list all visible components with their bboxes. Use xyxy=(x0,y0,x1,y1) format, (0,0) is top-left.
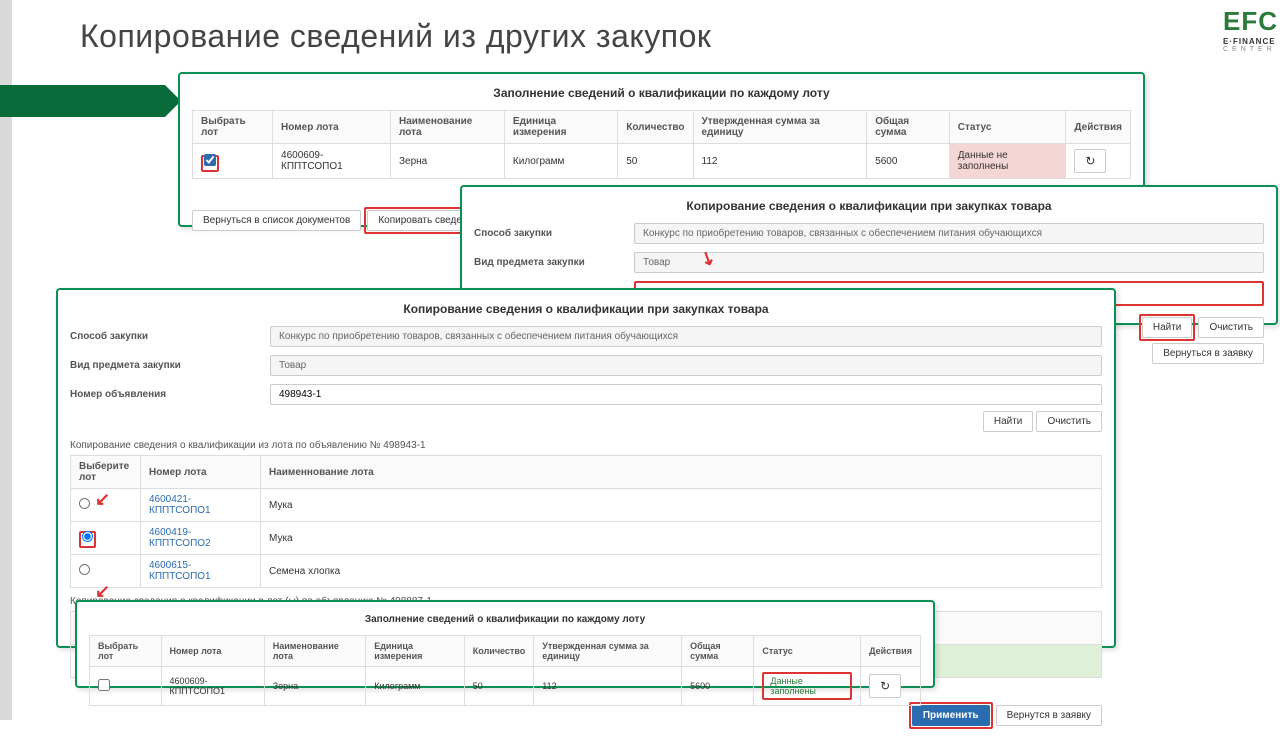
logo-main: EFC xyxy=(1223,6,1278,37)
label-method: Способ закупки xyxy=(70,331,270,342)
th: Выбрать лот xyxy=(90,636,162,667)
cell-price: 112 xyxy=(693,144,867,179)
th: Наименование лота xyxy=(391,111,505,144)
lot-link[interactable]: 4600615-КППТСОПО1 xyxy=(141,555,261,588)
table-result: Выбрать лот Номер лота Наименование лота… xyxy=(89,635,921,706)
cell: 4600609-КППТСОПО1 xyxy=(161,667,264,706)
cell: Килограмм xyxy=(366,667,465,706)
th: Действия xyxy=(1066,111,1131,144)
label-method: Способ закупки xyxy=(474,228,634,239)
panel2-title: Копирование сведения о квалификации при … xyxy=(474,199,1264,213)
input-subject: Товар xyxy=(270,355,1102,376)
th: Действия xyxy=(861,636,921,667)
panel-result: Заполнение сведений о квалификации по ка… xyxy=(75,600,935,688)
logo: EFC E·FINANCE CENTER xyxy=(1223,6,1278,53)
slide-title: Копирование сведений из других закупок xyxy=(80,18,711,55)
panel3-title: Копирование сведения о квалификации при … xyxy=(70,302,1102,316)
cell: Мука xyxy=(261,522,1102,555)
lot-link[interactable]: 4600419-КППТСОПО2 xyxy=(141,522,261,555)
cell-status: Данные не заполнены xyxy=(949,144,1066,179)
th: Номер лота xyxy=(141,456,261,489)
status-highlight: Данные заполнены xyxy=(762,672,852,700)
th: Номер лота xyxy=(161,636,264,667)
table-source-lots: Выберите лот Номер лота Наименнование ло… xyxy=(70,455,1102,588)
lot-radio[interactable] xyxy=(79,564,90,575)
cell: 50 xyxy=(464,667,533,706)
th: Номер лота xyxy=(273,111,391,144)
find-highlight: Найти xyxy=(1139,314,1196,341)
th: Общая сумма xyxy=(682,636,754,667)
th: Выберите лот xyxy=(71,456,141,489)
input-method: Конкурс по приобретению товаров, связанн… xyxy=(270,326,1102,347)
back-button[interactable]: Вернуться в список документов xyxy=(192,210,361,231)
cell: Семена хлопка xyxy=(261,555,1102,588)
panel4-title: Заполнение сведений о квалификации по ка… xyxy=(89,614,921,625)
input-subject: Товар xyxy=(634,252,1264,273)
th: Количество xyxy=(618,111,693,144)
th: Утвержденная сумма за единицу xyxy=(693,111,867,144)
th: Наименнование лота xyxy=(261,456,1102,489)
table-row: 4600421-КППТСОПО1Мука xyxy=(71,489,1102,522)
find-button[interactable]: Найти xyxy=(983,411,1034,432)
logo-sub: E·FINANCE xyxy=(1223,37,1278,46)
clear-button[interactable]: Очистить xyxy=(1036,411,1102,432)
refresh-icon[interactable]: ↻ xyxy=(869,674,901,698)
refresh-icon[interactable]: ↻ xyxy=(1074,149,1106,173)
find-button[interactable]: Найти xyxy=(1142,317,1193,338)
caption-source: Копирование сведения о квалификации из л… xyxy=(70,440,1102,451)
th: Наименование лота xyxy=(264,636,365,667)
cell-name: Зерна xyxy=(391,144,505,179)
cell-num: 4600609-КППТСОПО1 xyxy=(273,144,391,179)
return-button[interactable]: Вернутся в заявку xyxy=(996,705,1102,726)
panel1-title: Заполнение сведений о квалификации по ка… xyxy=(192,86,1131,100)
select-lot-checkbox[interactable] xyxy=(204,154,216,166)
clear-button[interactable]: Очистить xyxy=(1198,317,1264,338)
th: Статус xyxy=(949,111,1066,144)
lot-link[interactable]: 4600421-КППТСОПО1 xyxy=(141,489,261,522)
th: Единица измерения xyxy=(504,111,617,144)
cell: Мука xyxy=(261,489,1102,522)
input-method: Конкурс по приобретению товаров, связанн… xyxy=(634,223,1264,244)
return-button[interactable]: Вернуться в заявку xyxy=(1152,343,1264,364)
checkbox-highlight xyxy=(201,155,219,172)
label-subject: Вид предмета закупки xyxy=(474,257,634,268)
cell-qty: 50 xyxy=(618,144,693,179)
announce-input[interactable] xyxy=(270,384,1102,405)
table-row: 4600615-КППТСОПО1Семена хлопка xyxy=(71,555,1102,588)
table-row: 4600609-КППТСОПО1 Зерна Килограмм 50 112… xyxy=(193,144,1131,179)
label-subject: Вид предмета закупки xyxy=(70,360,270,371)
cell-total: 5600 xyxy=(867,144,950,179)
logo-sub2: CENTER xyxy=(1223,46,1278,53)
th: Единица измерения xyxy=(366,636,465,667)
table-lots: Выбрать лот Номер лота Наименование лота… xyxy=(192,110,1131,179)
lot-radio[interactable] xyxy=(79,498,90,509)
th: Выбрать лот xyxy=(193,111,273,144)
select-lot-checkbox[interactable] xyxy=(98,679,110,691)
cell: Зерна xyxy=(264,667,365,706)
table-row: 4600419-КППТСОПО2Мука xyxy=(71,522,1102,555)
th: Количество xyxy=(464,636,533,667)
arrow-icon: ↙ xyxy=(95,581,110,602)
cell: 112 xyxy=(534,667,682,706)
arrow-decor xyxy=(0,85,165,117)
th: Общая сумма xyxy=(867,111,950,144)
label-announce: Номер объявления xyxy=(70,389,270,400)
th: Статус xyxy=(754,636,861,667)
arrow-icon: ↙ xyxy=(95,489,110,510)
cell-unit: Килограмм xyxy=(504,144,617,179)
cell: 5600 xyxy=(682,667,754,706)
radio-highlight xyxy=(79,531,96,548)
table-row: 4600609-КППТСОПО1 Зерна Килограмм 50 112… xyxy=(90,667,921,706)
th: Утвержденная сумма за единицу xyxy=(534,636,682,667)
lot-radio[interactable] xyxy=(82,531,93,542)
panel-copy-large: Копирование сведения о квалификации при … xyxy=(56,288,1116,648)
